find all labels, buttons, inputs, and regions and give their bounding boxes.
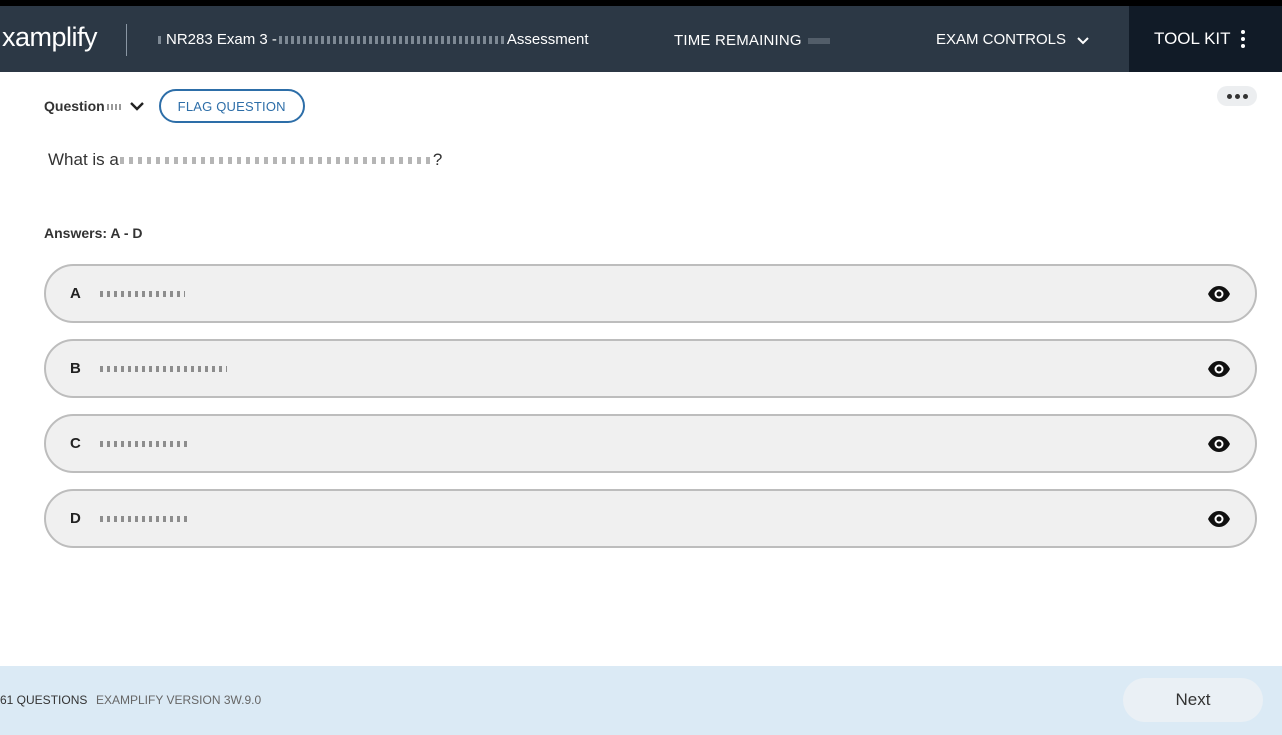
option-letter: C <box>70 435 81 452</box>
exam-controls-label: EXAM CONTROLS <box>936 31 1067 48</box>
option-letter: D <box>70 510 81 527</box>
question-number <box>106 104 121 111</box>
footer-bar: 61 QUESTIONS EXAMPLIFY VERSION 3W.9.0 Ne… <box>0 666 1282 735</box>
time-remaining-value <box>807 38 830 45</box>
answer-option-a[interactable]: A <box>44 264 1257 323</box>
toolkit-label: TOOL KIT <box>1154 29 1231 48</box>
chevron-down-icon[interactable] <box>129 98 145 114</box>
answer-option-c[interactable]: C <box>44 414 1257 473</box>
question-count: 61 QUESTIONS <box>0 693 88 707</box>
time-remaining-label: TIME REMAINING <box>674 32 802 49</box>
next-button[interactable]: Next <box>1123 678 1263 722</box>
kebab-menu-icon <box>1240 30 1245 48</box>
option-letter: A <box>70 285 81 302</box>
question-text-prefix: What is a <box>48 150 119 169</box>
app-version: EXAMPLIFY VERSION 3W.9.0 <box>96 693 262 707</box>
answers-label: Answers: A - D <box>44 225 143 241</box>
eye-icon[interactable] <box>1207 357 1231 381</box>
eye-icon[interactable] <box>1207 507 1231 531</box>
question-selector[interactable]: Question <box>44 98 121 114</box>
redacted-text <box>278 36 505 45</box>
redacted-answer-text <box>100 365 227 372</box>
redacted-text <box>119 157 432 165</box>
header-divider <box>126 24 127 56</box>
header-bar: xamplify NR283 Exam 3 - Assessment TIME R… <box>0 6 1282 72</box>
question-label: Question <box>44 98 105 114</box>
exam-controls-menu[interactable]: EXAM CONTROLS <box>936 31 1090 48</box>
exam-app: xamplify NR283 Exam 3 - Assessment TIME R… <box>0 6 1282 735</box>
app-logo: xamplify <box>2 22 98 52</box>
exam-title-prefix: NR283 Exam 3 - <box>166 31 277 48</box>
answer-option-d[interactable]: D <box>44 489 1257 548</box>
flag-question-button[interactable]: FLAG QUESTION <box>158 89 305 123</box>
answer-option-b[interactable]: B <box>44 339 1257 398</box>
question-text-suffix: ? <box>432 150 443 169</box>
eye-icon[interactable] <box>1207 432 1231 456</box>
redacted-answer-text <box>100 515 187 522</box>
chevron-down-icon <box>1077 36 1089 44</box>
exam-title-suffix: Assessment <box>506 31 589 48</box>
redacted-answer-text <box>100 290 185 297</box>
toolkit-button[interactable]: TOOL KIT <box>1129 6 1282 72</box>
question-bar: Question FLAG QUESTION <box>44 89 305 123</box>
eye-icon[interactable] <box>1207 282 1231 306</box>
redacted-answer-text <box>100 440 187 447</box>
more-options-icon[interactable] <box>1217 86 1257 106</box>
option-letter: B <box>70 360 81 377</box>
time-remaining: TIME REMAINING <box>674 32 830 49</box>
question-text: What is a? <box>48 150 442 170</box>
redacted-text <box>158 36 164 45</box>
exam-title: NR283 Exam 3 - Assessment <box>156 31 589 48</box>
